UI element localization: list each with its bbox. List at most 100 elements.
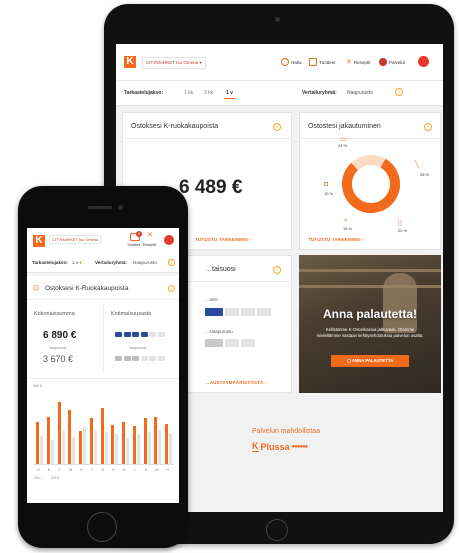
- chart-bar: [158, 430, 162, 464]
- user-avatar[interactable]: [164, 235, 174, 245]
- divider: [103, 304, 104, 374]
- chart-bar: [40, 436, 43, 464]
- services-icon: [379, 58, 387, 66]
- phone-card-title: Ostoksesi K-Ruokakaupoista: [45, 285, 129, 292]
- donut-label-4: 10 %: [324, 191, 334, 196]
- chart-bar: [61, 431, 65, 464]
- month-tick-label: S: [144, 468, 148, 472]
- utensils-icon[interactable]: ✕: [147, 231, 153, 239]
- period-option-1kk[interactable]: 1 kk: [184, 90, 193, 96]
- store-selector[interactable]: CITYMARKET Iso Omena: [49, 235, 102, 244]
- period-label: Tarkastelujakso:: [32, 260, 68, 265]
- month-tick-label: K: [101, 468, 105, 472]
- domestic-label: Kotimaisuusaste: [111, 311, 152, 317]
- period-option-1v[interactable]: 1 v: [224, 90, 235, 99]
- phone-navbar: K CITYMARKET Iso Omena 9 Tuotteet ✕ Rese…: [27, 228, 179, 255]
- donut-label-1: 24 %: [338, 143, 348, 148]
- divider: [300, 138, 442, 139]
- distribution-card: Ostostesi jakautuminen i 24 % 28 % 15 % …: [299, 112, 442, 250]
- chart-bar: [93, 431, 97, 464]
- compare-label: Vertailuryhmä:: [302, 90, 337, 96]
- nav-services[interactable]: Palvelut: [379, 58, 405, 66]
- chart-bar: [122, 422, 126, 464]
- meat-icon: ◘: [324, 181, 329, 188]
- phone-home-button[interactable]: [87, 512, 117, 542]
- month-tick-label: H: [37, 468, 40, 472]
- month-axis: HETMHTKHELSMH: [34, 468, 174, 474]
- chart-bar: [111, 425, 115, 464]
- nav-search[interactable]: Haku: [281, 58, 302, 66]
- chart-bar: [104, 432, 108, 464]
- nav-products-label[interactable]: Tuotteet: [127, 243, 140, 247]
- info-icon[interactable]: i: [273, 123, 281, 131]
- phone-camera: [118, 205, 123, 210]
- carrot-icon: ╲: [415, 162, 420, 169]
- tablet-home-button[interactable]: [266, 519, 288, 541]
- tablet-camera: [275, 17, 280, 22]
- cart-badge: 9: [136, 231, 142, 237]
- total-value: 6 890 €: [43, 330, 77, 341]
- nav-services-label: Palvelut: [389, 59, 406, 65]
- domestic-bar-compare: [115, 356, 165, 361]
- shelf-decoration: [299, 285, 441, 288]
- nav-recipes-label[interactable]: Reseptit: [143, 243, 156, 247]
- milk-icon: ▯: [398, 220, 402, 227]
- info-icon[interactable]: i: [395, 88, 403, 96]
- chart-bar: [72, 437, 76, 464]
- phone-period-bar: Tarkastelujakso: 1 v ▾ Vertailuryhmä: Na…: [27, 254, 179, 273]
- divider: [27, 378, 179, 379]
- feedback-card: Anna palautetta! Kehitämme K-Ostoskassia…: [299, 255, 441, 393]
- chart-bar: [46, 417, 50, 464]
- shelf-decoration: [299, 269, 441, 272]
- k-logo[interactable]: K: [33, 235, 45, 247]
- period-option-3kk[interactable]: 3 kk: [204, 90, 213, 96]
- nav-products-label: Tuotteet: [319, 59, 336, 65]
- feedback-text: Kehitämme K-Ostoskassia jatkuvasti. Otam…: [316, 327, 424, 338]
- nav-recipes[interactable]: ✕ Reseptit: [346, 58, 370, 66]
- plussa-logo: K Plussa ●●●●●●: [252, 441, 308, 452]
- phone-device: K CITYMARKET Iso Omena 9 Tuotteet ✕ Rese…: [18, 186, 188, 548]
- chart-bar: [68, 410, 72, 464]
- nav-recipes-label: Reseptit: [353, 59, 371, 65]
- nav-search-label: Haku: [291, 59, 302, 65]
- nav-products[interactable]: Tuotteet: [309, 58, 335, 66]
- info-icon[interactable]: i: [168, 285, 175, 292]
- compare-value[interactable]: Naapurusto: [133, 260, 157, 265]
- month-tick-label: E: [47, 468, 51, 472]
- chart-bar: [83, 427, 87, 464]
- month-tick-label: L: [133, 468, 136, 472]
- period-select[interactable]: 1 v ▾: [72, 260, 82, 266]
- domestic-bar-you: [205, 308, 271, 316]
- chart-bar: [89, 418, 93, 464]
- bread-icon: ▭: [340, 136, 347, 143]
- distribution-card-title: Ostostesi jakautuminen: [308, 123, 381, 130]
- k-logo[interactable]: K: [124, 56, 136, 68]
- chart-bar: [36, 422, 39, 464]
- purchases-details-link[interactable]: TUTUSTU TARKEMMIN ›: [195, 237, 251, 242]
- info-icon[interactable]: i: [168, 259, 175, 266]
- period-label: Tarkastelujakso:: [124, 90, 164, 96]
- chart-bar: [136, 434, 140, 464]
- divider: [27, 299, 179, 300]
- donut-label-2: 28 %: [420, 172, 430, 177]
- chart-top-label: 500 €: [33, 384, 42, 388]
- month-tick-label: H: [166, 468, 169, 472]
- info-icon[interactable]: i: [273, 266, 281, 274]
- domestic-row-compare: …Naapurusto: [205, 329, 233, 334]
- give-feedback-button[interactable]: ▢ ANNA PALAUTETTA: [331, 355, 409, 367]
- compare-label: Vertailuryhmä:: [95, 260, 127, 265]
- fish-icon: ⌕: [344, 217, 348, 224]
- compare-total-value: 3 670 €: [43, 354, 74, 364]
- phone-purchases-card: ⊡ Ostoksesi K-Ruokakaupoista i Kokonaiss…: [27, 276, 179, 503]
- bag-icon: ⊡: [33, 285, 39, 292]
- compare-value[interactable]: Naapurusto: [347, 90, 373, 96]
- distribution-details-link[interactable]: TUTUSTU TARKEMMIN ›: [308, 237, 364, 242]
- total-compare-label: Naapurusto: [49, 346, 67, 350]
- year-label-right: 2018: [51, 476, 59, 480]
- user-avatar[interactable]: [418, 56, 429, 67]
- info-icon[interactable]: i: [424, 123, 432, 131]
- store-selector[interactable]: CITYMARKET Iso Omena ▾: [142, 57, 206, 69]
- month-tick-label: T: [58, 468, 61, 472]
- domestic-details-link[interactable]: …AUSTAYMPÄRISTÖSTÄ ›: [205, 380, 267, 385]
- month-tick-label: H: [80, 468, 83, 472]
